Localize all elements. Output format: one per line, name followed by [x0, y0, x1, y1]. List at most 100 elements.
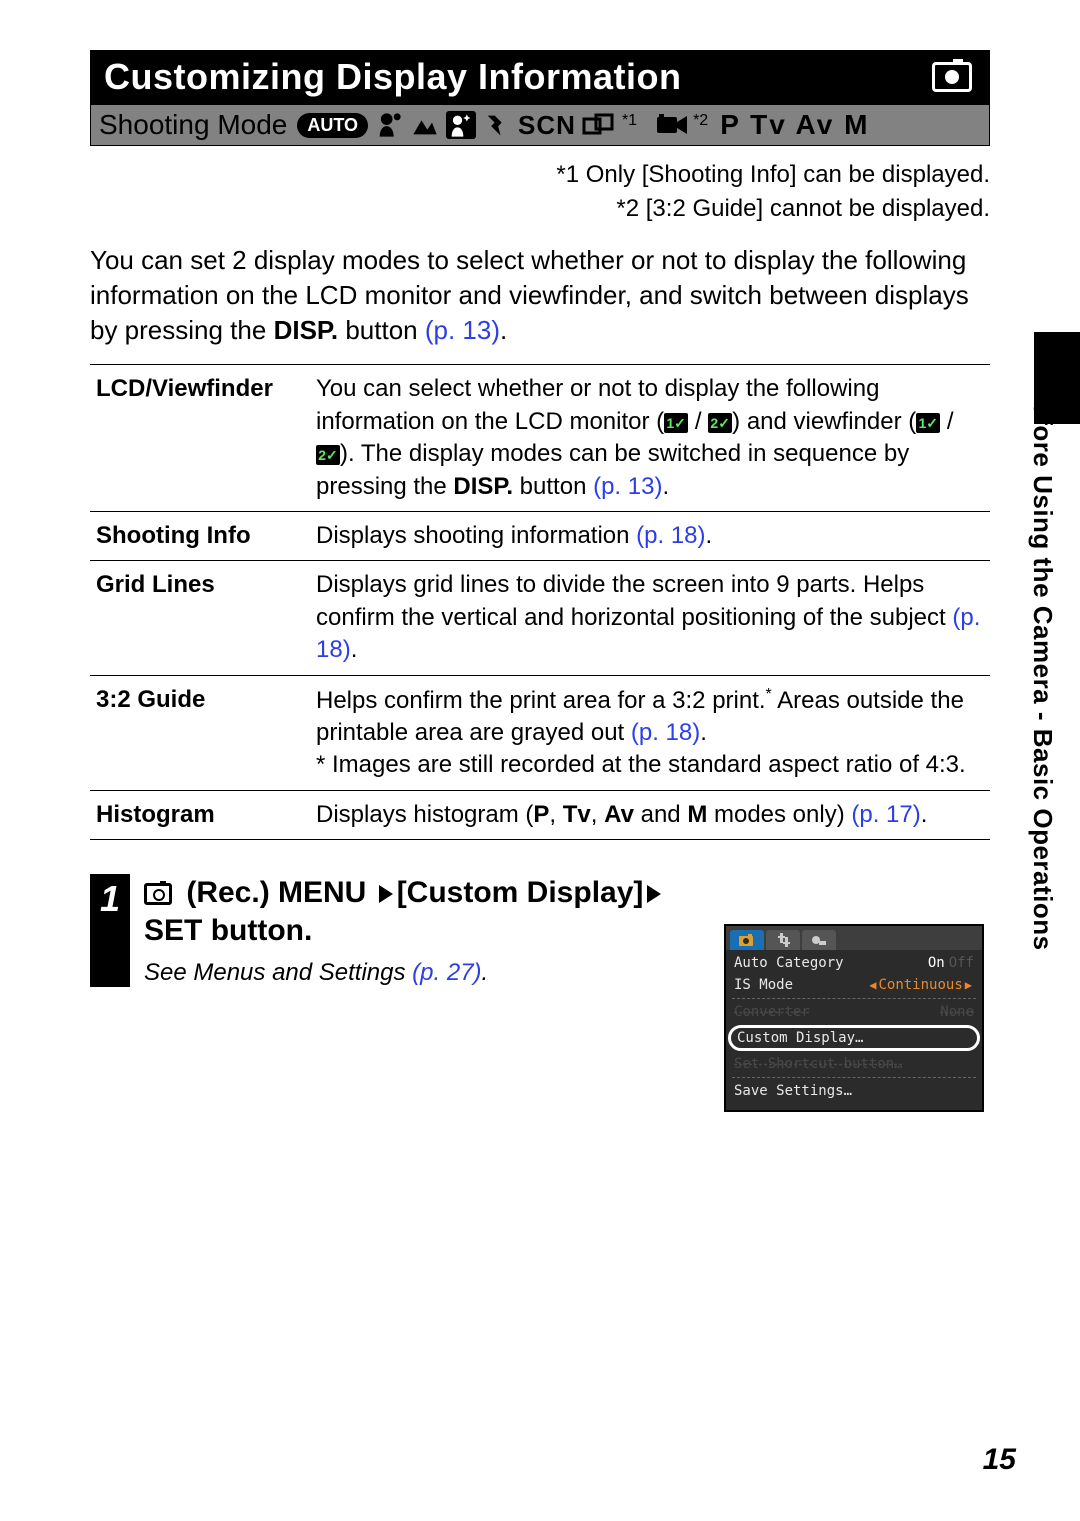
- disp-button-label: DISP.: [453, 473, 513, 500]
- page-ref-link[interactable]: (p. 13): [425, 315, 500, 345]
- menu-row-label: Converter: [734, 1004, 810, 1020]
- text: .: [662, 473, 669, 500]
- text: and: [634, 801, 687, 828]
- menu-tab-rec: [730, 930, 764, 950]
- camera-menu-screenshot: Auto Category OnOff IS Mode ◀Continuous▶…: [724, 924, 984, 1112]
- mode-auto-icon: AUTO: [297, 113, 368, 138]
- menu-row-label: Custom Display…: [737, 1030, 863, 1046]
- table-row: Shooting Info Displays shooting informat…: [90, 512, 990, 561]
- row-content: Displays shooting information (p. 18).: [310, 512, 990, 561]
- intro-paragraph: You can set 2 display modes to select wh…: [90, 243, 990, 348]
- menu-row-label: IS Mode: [734, 977, 793, 993]
- text: Displays histogram (: [316, 801, 533, 828]
- menu-row-custom-display-highlight: Custom Display…: [728, 1025, 980, 1051]
- text: .: [700, 719, 707, 746]
- menu-tabs: [726, 926, 982, 950]
- arrow-right-icon: [647, 885, 661, 903]
- page-ref-link[interactable]: (p. 27): [412, 959, 481, 986]
- row-header: Shooting Info: [90, 512, 310, 561]
- row-header: LCD/Viewfinder: [90, 365, 310, 512]
- page-title: Customizing Display Information: [104, 56, 682, 98]
- mode-m: M: [687, 801, 707, 828]
- menu-item-label: [Custom Display]: [397, 876, 644, 909]
- text: Helps confirm the print area for a 3:2 p…: [316, 687, 766, 714]
- text: modes only): [707, 801, 851, 828]
- menu-tab-setup: [766, 930, 800, 950]
- page-number: 15: [983, 1443, 1016, 1477]
- menu-row-set-shortcut: Set Shortcut button…: [732, 1053, 976, 1075]
- lcd-mode2-icon: 2✓: [708, 413, 732, 433]
- aspect-ratio-note: * Images are still recorded at the stand…: [316, 751, 966, 778]
- mode-ptvavm-label: P Tv Av M: [720, 109, 869, 141]
- disp-button-label: DISP.: [274, 315, 339, 345]
- text: ) and viewfinder (: [732, 408, 916, 435]
- page-ref-link[interactable]: (p. 13): [593, 473, 662, 500]
- menu-row-label: Save Settings…: [734, 1083, 852, 1099]
- section-side-label: Before Using the Camera - Basic Operatio…: [1027, 382, 1058, 951]
- footnote-marker-2: *2: [693, 112, 708, 130]
- row-header: Histogram: [90, 790, 310, 839]
- lcd-mode1-icon: 1✓: [664, 413, 688, 433]
- table-row: Grid Lines Displays grid lines to divide…: [90, 561, 990, 675]
- text: button: [513, 473, 593, 500]
- mode-landscape-icon: [410, 111, 440, 139]
- row-content: Displays grid lines to divide the screen…: [310, 561, 990, 675]
- page-ref-link[interactable]: (p. 18): [636, 522, 705, 549]
- page-title-bar: Customizing Display Information: [90, 50, 990, 104]
- row-header: Grid Lines: [90, 561, 310, 675]
- menu-row-label: Auto Category: [734, 955, 844, 971]
- footnote-2: *2 [3:2 Guide] cannot be displayed.: [90, 192, 990, 226]
- shooting-mode-label: Shooting Mode: [99, 109, 287, 141]
- footnote-marker-1: *1: [622, 112, 637, 130]
- mode-stitch-icon: [582, 113, 616, 137]
- definitions-table: LCD/Viewfinder You can select whether or…: [90, 364, 990, 840]
- table-row: 3:2 Guide Helps confirm the print area f…: [90, 675, 990, 790]
- intro-text-d: .: [500, 315, 507, 345]
- mode-tv: Tv: [563, 801, 591, 828]
- page-ref-link[interactable]: (p. 17): [851, 801, 920, 828]
- menu-row-save-settings: Save Settings…: [732, 1080, 976, 1102]
- table-row: LCD/Viewfinder You can select whether or…: [90, 365, 990, 512]
- footnotes: *1 Only [Shooting Info] can be displayed…: [90, 158, 990, 225]
- menu-rows: Auto Category OnOff IS Mode ◀Continuous▶…: [726, 950, 982, 1110]
- row-content: Helps confirm the print area for a 3:2 p…: [310, 675, 990, 790]
- mode-night-icon: [446, 111, 476, 139]
- table-row: Histogram Displays histogram (P, Tv, Av …: [90, 790, 990, 839]
- vf-mode1-icon: 1✓: [916, 413, 940, 433]
- mode-movie-icon: [657, 114, 687, 136]
- right-arrow-icon: ▶: [965, 978, 972, 992]
- mode-kids-pets-icon: [482, 111, 512, 139]
- footnote-1: *1 Only [Shooting Info] can be displayed…: [90, 158, 990, 192]
- page-ref-link[interactable]: (p. 18): [631, 719, 700, 746]
- menu-row-auto-category: Auto Category OnOff: [732, 952, 976, 974]
- intro-text-a: You can set 2 display modes to select wh…: [90, 245, 969, 345]
- menu-tab-mycamera: [802, 930, 836, 950]
- left-arrow-icon: ◀: [869, 978, 876, 992]
- mode-portrait-icon: [374, 111, 404, 139]
- text: button.: [202, 914, 312, 947]
- menu-value-off: Off: [949, 955, 974, 971]
- arrow-right-icon: [379, 885, 393, 903]
- mode-scn-label: SCN: [518, 110, 576, 141]
- menu-row-label: Set Shortcut button…: [734, 1056, 903, 1072]
- row-header: 3:2 Guide: [90, 675, 310, 790]
- menu-row-is-mode: IS Mode ◀Continuous▶: [732, 974, 976, 996]
- intro-text-c: button: [338, 315, 425, 345]
- menu-value: None: [940, 1004, 974, 1020]
- mode-p: P: [533, 801, 549, 828]
- shooting-mode-row: Shooting Mode AUTO SCN *1 *2 P Tv Av M: [90, 104, 990, 146]
- text: Displays grid lines to divide the screen…: [316, 571, 952, 630]
- text: .: [706, 522, 713, 549]
- menu-value: Continuous: [878, 977, 962, 993]
- text: (Rec.) MENU: [178, 876, 375, 909]
- text: .: [921, 801, 928, 828]
- rec-camera-icon: [144, 883, 172, 905]
- text: Displays shooting information: [316, 522, 636, 549]
- vf-mode2-icon: 2✓: [316, 445, 340, 465]
- camera-icon: [932, 62, 972, 92]
- text: ,: [549, 801, 562, 828]
- mode-av: Av: [604, 801, 634, 828]
- text: .: [482, 959, 489, 986]
- text: ,: [591, 801, 604, 828]
- text: See Menus and Settings: [144, 959, 412, 986]
